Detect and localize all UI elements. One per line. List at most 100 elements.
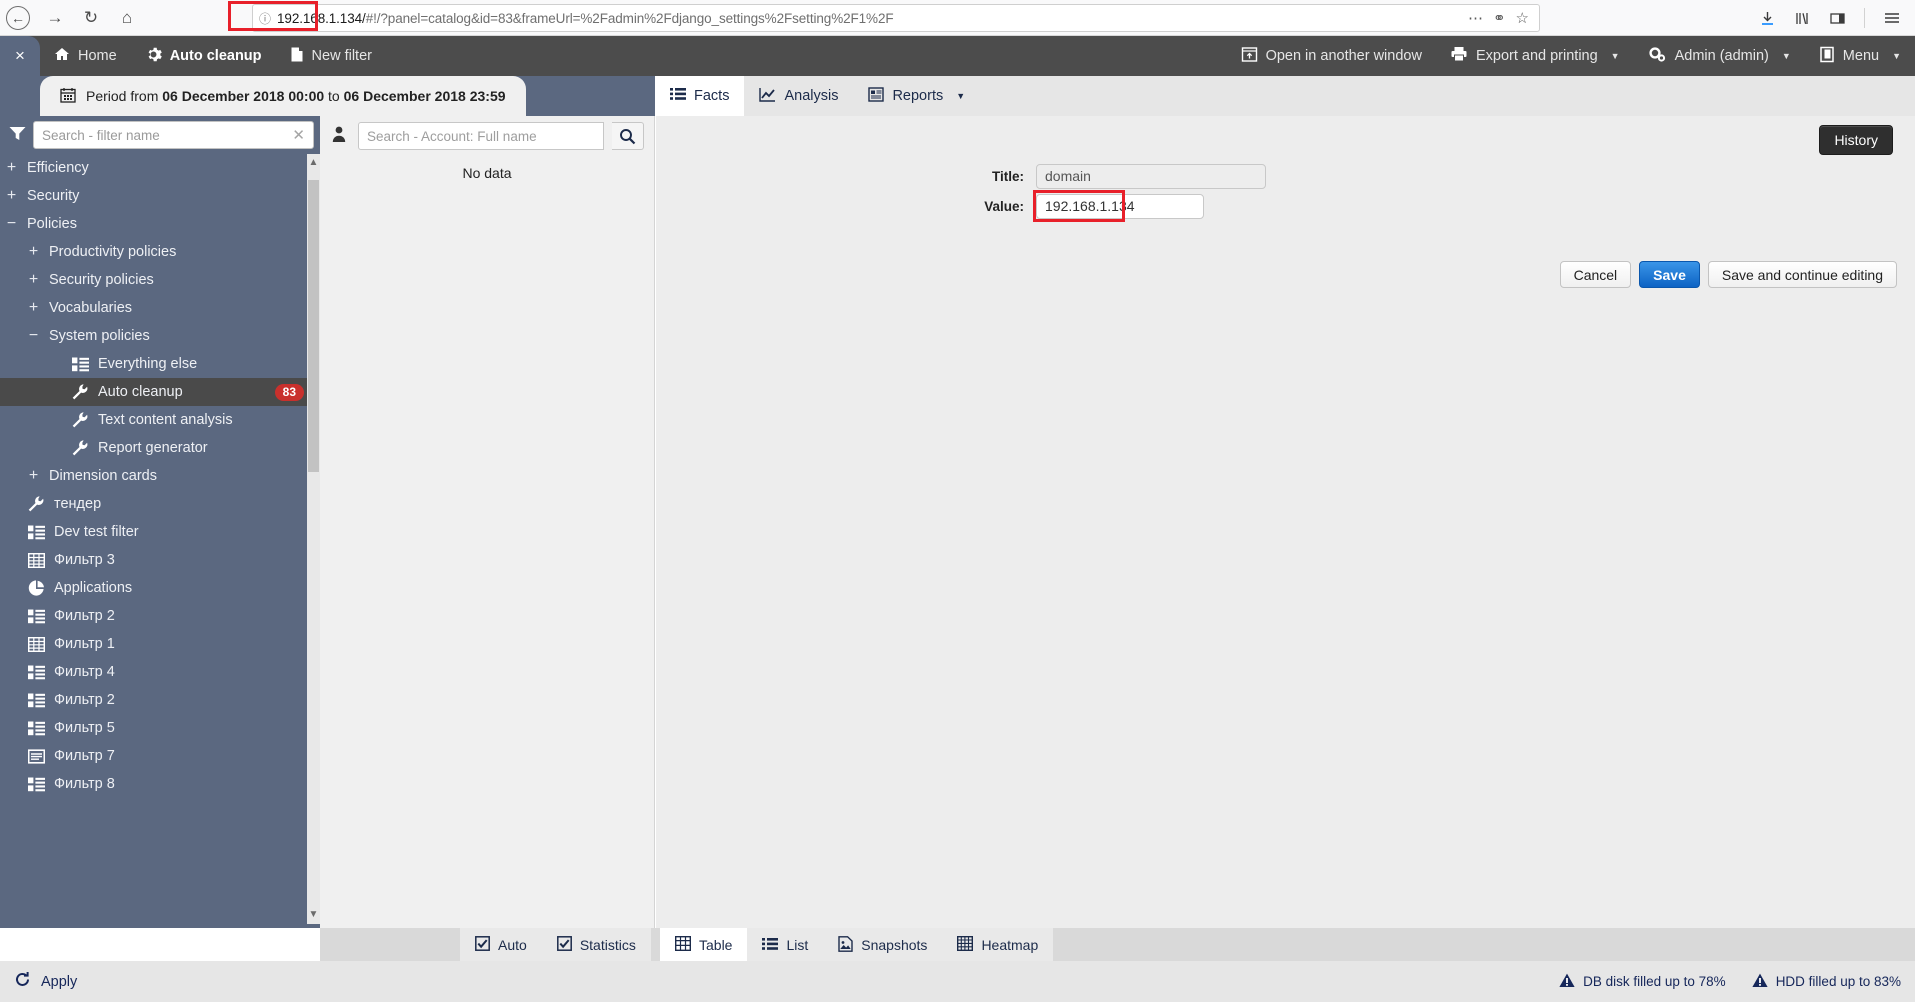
tree-node[interactable]: Фильтр 3: [0, 546, 320, 574]
list-icon: [762, 937, 778, 953]
tree-node[interactable]: + Security policies: [0, 266, 320, 294]
bottom-tab-heatmap[interactable]: Heatmap: [942, 928, 1053, 961]
save-and-continue-button[interactable]: Save and continue editing: [1708, 261, 1897, 288]
expand-icon[interactable]: +: [5, 159, 18, 177]
cancel-button[interactable]: Cancel: [1560, 261, 1632, 288]
period-prefix: Period from: [86, 88, 162, 104]
collapse-icon[interactable]: −: [5, 215, 18, 233]
account-search-box[interactable]: [358, 122, 604, 150]
tree-node[interactable]: +Security: [0, 182, 320, 210]
tree-node-label: Applications: [54, 580, 132, 596]
header-open-in-another-window[interactable]: Open in another window: [1227, 36, 1436, 76]
bottom-tab-statistics[interactable]: Statistics: [542, 928, 651, 961]
more-options-icon[interactable]: ⋯: [1468, 9, 1483, 27]
back-arrow-icon[interactable]: ←: [6, 6, 30, 30]
tree-node-label: Security policies: [49, 272, 154, 288]
chevron-down-icon: ▼: [1782, 51, 1791, 61]
header-item-home[interactable]: Home: [40, 36, 131, 76]
tree-node[interactable]: Фильтр 8: [0, 770, 320, 798]
tree-node-label: Productivity policies: [49, 244, 176, 260]
bottom-tab-snapshots[interactable]: Snapshots: [823, 928, 942, 961]
tab-facts[interactable]: Facts: [655, 76, 744, 116]
account-panel: No data: [320, 116, 655, 928]
account-search-input[interactable]: [367, 129, 595, 144]
url-bar[interactable]: ⓘ 192.168.1.134/#!/?panel=catalog&id=83&…: [252, 4, 1540, 32]
tree-node[interactable]: + Productivity policies: [0, 238, 320, 266]
status-db-disk[interactable]: DB disk filled up to 78%: [1559, 973, 1726, 991]
title-field[interactable]: [1036, 164, 1266, 189]
home-icon[interactable]: ⌂: [110, 3, 144, 33]
tree-node[interactable]: + Dimension cards: [0, 462, 320, 490]
expand-icon[interactable]: +: [27, 467, 40, 485]
settings-form: Title: Value:: [656, 162, 1915, 222]
url-bar-icons: ⋯ ⚭ ☆: [1468, 9, 1539, 27]
star-icon[interactable]: ☆: [1516, 9, 1529, 27]
search-input[interactable]: [42, 128, 288, 143]
tree-node[interactable]: −System policies: [0, 322, 320, 350]
header-admin-menu[interactable]: Admin (admin) ▼: [1634, 36, 1805, 76]
apply-bar[interactable]: Apply: [0, 961, 320, 1002]
clear-icon[interactable]: ✕: [288, 126, 305, 144]
tab-analysis[interactable]: Analysis: [744, 76, 853, 116]
tree-node-label: Фильтр 3: [54, 552, 115, 568]
tree-node[interactable]: Фильтр 1: [0, 630, 320, 658]
save-button[interactable]: Save: [1639, 261, 1700, 288]
tab-label: Analysis: [784, 88, 838, 104]
info-icon[interactable]: ⓘ: [253, 10, 277, 27]
forward-arrow-icon[interactable]: →: [38, 3, 72, 33]
status-hdd[interactable]: HDD filled up to 83%: [1752, 973, 1901, 991]
tree-node[interactable]: Text content analysis: [0, 406, 320, 434]
filter-tree: +Efficiency+Security−Policies + Productivi…: [0, 154, 320, 924]
tree-node-label: Dimension cards: [49, 468, 157, 484]
tree-node[interactable]: +Efficiency: [0, 154, 320, 182]
tree-node[interactable]: Фильтр 5: [0, 714, 320, 742]
header-item-auto-cleanup[interactable]: Auto cleanup: [131, 36, 276, 76]
tree-node[interactable]: Фильтр 2: [0, 686, 320, 714]
magnifier-icon[interactable]: [612, 122, 644, 150]
header-menu[interactable]: Menu ▼: [1805, 36, 1915, 76]
tree-node[interactable]: Applications: [0, 574, 320, 602]
download-icon[interactable]: [1759, 10, 1776, 27]
tree-node[interactable]: −Policies: [0, 210, 320, 238]
tree-node[interactable]: Фильтр 2: [0, 602, 320, 630]
tree-node[interactable]: +Vocabularies: [0, 294, 320, 322]
expand-icon[interactable]: +: [27, 271, 40, 289]
value-field[interactable]: [1036, 194, 1204, 219]
scrollbar-thumb[interactable]: [308, 180, 319, 472]
library-icon[interactable]: [1794, 10, 1811, 27]
tree-node[interactable]: Фильтр 7: [0, 742, 320, 770]
grid-icon: [957, 936, 973, 953]
form-row-value: Value:: [656, 192, 1915, 220]
expand-icon[interactable]: +: [27, 299, 40, 317]
tree-node[interactable]: Auto cleanup83: [0, 378, 320, 406]
tree-node[interactable]: Фильтр 4: [0, 658, 320, 686]
sidebar-icon[interactable]: [1829, 10, 1846, 27]
blocks-icon: [71, 357, 89, 372]
reload-icon[interactable]: ↻: [74, 3, 108, 33]
hamburger-menu-icon[interactable]: [1883, 9, 1901, 27]
header-item-new-filter[interactable]: New filter: [276, 36, 386, 76]
history-button[interactable]: History: [1819, 125, 1893, 155]
scroll-down-icon[interactable]: ▼: [307, 906, 320, 924]
close-icon[interactable]: ×: [0, 36, 40, 76]
bottom-tab-auto[interactable]: Auto: [460, 928, 542, 961]
expand-icon[interactable]: +: [5, 187, 18, 205]
tab-reports[interactable]: Reports ▼: [853, 76, 980, 116]
scroll-up-icon[interactable]: ▲: [307, 154, 320, 172]
chevron-down-icon: ▼: [956, 91, 965, 101]
pocket-icon[interactable]: ⚭: [1493, 9, 1506, 27]
header-export-and-printing[interactable]: Export and printing ▼: [1436, 36, 1634, 76]
bottom-tab-table[interactable]: Table: [660, 928, 747, 961]
tree-node[interactable]: Everything else: [0, 350, 320, 378]
period-text: Period from 06 December 2018 00:00 to 06…: [86, 88, 506, 104]
filter-search-box[interactable]: ✕: [33, 121, 314, 149]
tree-node[interactable]: тендер: [0, 490, 320, 518]
expand-icon[interactable]: +: [27, 243, 40, 261]
period-selector[interactable]: Period from 06 December 2018 00:00 to 06…: [40, 76, 526, 116]
collapse-icon[interactable]: −: [27, 327, 40, 345]
tree-scrollbar[interactable]: ▲ ▼: [307, 154, 320, 924]
tree-node[interactable]: Report generator: [0, 434, 320, 462]
bottom-tab-list[interactable]: List: [747, 928, 823, 961]
tree-node[interactable]: Dev test filter: [0, 518, 320, 546]
blocks-icon: [27, 609, 45, 624]
